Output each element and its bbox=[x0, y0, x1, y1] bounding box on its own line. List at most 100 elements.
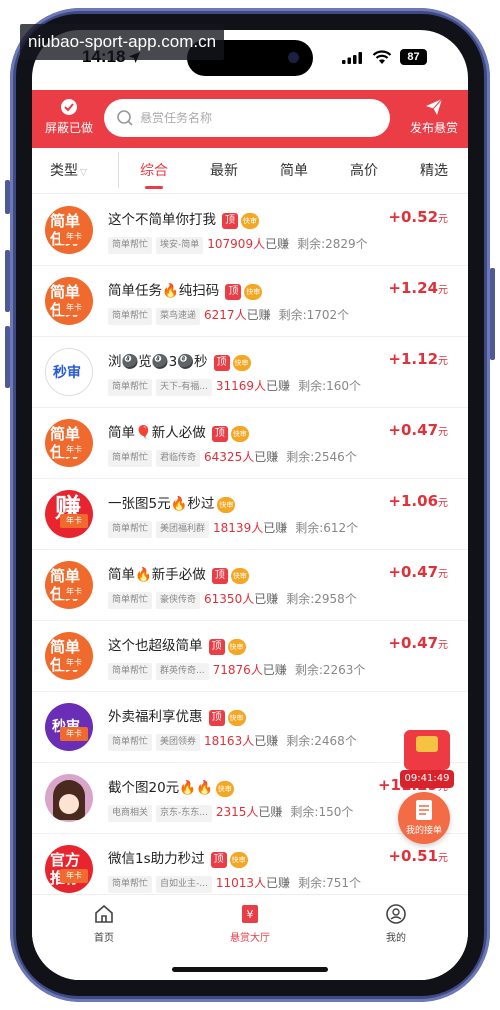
task-tag: 电商相关 bbox=[108, 804, 153, 822]
fast-review-badge: 快审 bbox=[241, 213, 259, 229]
task-reward-price: +0.52元 bbox=[388, 208, 448, 226]
task-meta: 简单帮忙 埃安-简单 107909人已赚 剩余:2829个 bbox=[108, 235, 368, 254]
search-bar[interactable] bbox=[104, 99, 390, 137]
task-avatar bbox=[45, 774, 93, 822]
task-row[interactable]: 简单 任务年卡简单🎈新人必做顶快审简单帮忙君临传奇64325人已赚剩余:2546… bbox=[32, 408, 468, 479]
annual-card-badge: 年卡 bbox=[60, 514, 88, 528]
task-row[interactable]: 简单 任务年卡这个也超级简单顶快审简单帮忙群英传奇...71876人已赚剩余:2… bbox=[32, 621, 468, 692]
task-meta: 简单帮忙 菜鸟速递 6217人已赚 剩余:1702个 bbox=[108, 306, 349, 325]
task-reward-price: +1.06元 bbox=[388, 492, 448, 510]
task-title: 简单任务🔥纯扫码 bbox=[108, 283, 220, 299]
price-value: +0.47 bbox=[388, 563, 438, 581]
red-envelope-timer[interactable]: 09:41:49 bbox=[400, 730, 454, 788]
task-title: 外卖福利享优惠 bbox=[108, 709, 203, 725]
wifi-icon bbox=[372, 50, 392, 64]
task-reward-price: +0.51元 bbox=[388, 847, 448, 865]
earned-count: 61350人 bbox=[204, 592, 255, 606]
price-value: +0.52 bbox=[388, 208, 438, 226]
remaining-count: 剩余:2546个 bbox=[286, 450, 357, 464]
pinned-badge: 顶 bbox=[211, 568, 228, 584]
type-filter-dropdown[interactable]: 类型 ▽ bbox=[50, 160, 87, 180]
annual-card-badge: 年卡 bbox=[60, 656, 88, 670]
tab-high-price[interactable]: 高价 bbox=[350, 160, 378, 180]
shield-done-button[interactable]: 屏蔽已做 bbox=[34, 96, 104, 142]
nav-home[interactable]: 首页 bbox=[64, 903, 144, 944]
fast-review-badge: 快审 bbox=[244, 284, 263, 300]
app-screen: 14:18 87 屏蔽已做 bbox=[32, 30, 468, 980]
price-value: +0.47 bbox=[388, 634, 438, 652]
home-icon bbox=[95, 904, 113, 923]
task-row[interactable]: 简单 任务年卡这个不简单你打我顶快审简单帮忙埃安-简单107909人已赚剩余:2… bbox=[32, 195, 468, 266]
volume-down-button bbox=[5, 326, 10, 388]
task-title-line: 浏🎱览🎱3🎱秒顶快审 bbox=[108, 350, 251, 371]
task-title-line: 简单🔥新手必做顶快审 bbox=[108, 563, 249, 584]
chevron-down-icon: ▽ bbox=[80, 168, 87, 178]
fast-review-badge: 快审 bbox=[227, 639, 246, 655]
task-row[interactable]: 秒审 浏🎱览🎱3🎱秒顶快审 简单帮忙 天下-有福... 31169人已赚 剩余:160个 +… bbox=[32, 337, 468, 408]
task-title-line: 微信1s助力秒过顶快审 bbox=[108, 847, 248, 868]
task-title-line: 外卖福利享优惠顶快审 bbox=[108, 705, 246, 726]
task-tag: 简单帮忙 bbox=[108, 520, 153, 538]
task-title: 微信1s助力秒过 bbox=[108, 851, 205, 867]
tab-simple[interactable]: 简单 bbox=[280, 160, 308, 180]
remaining-count: 剩余:2958个 bbox=[286, 592, 357, 606]
task-reward-price: +0.47元 bbox=[388, 421, 448, 439]
earned-count: 18139人 bbox=[213, 521, 264, 535]
task-row[interactable]: 简单 任务年卡简单🔥新手必做顶快审简单帮忙豪侠传奇61350人已赚剩余:2958… bbox=[32, 550, 468, 621]
task-tag: 简单帮忙 bbox=[108, 236, 153, 254]
annual-card-badge: 年卡 bbox=[60, 301, 88, 315]
tab-latest[interactable]: 最新 bbox=[210, 160, 238, 180]
tab-comprehensive[interactable]: 综合 bbox=[140, 160, 168, 180]
price-unit: 元 bbox=[438, 569, 448, 580]
my-orders-button[interactable]: 我的接单 bbox=[398, 792, 450, 844]
earned-count: 11013人 bbox=[215, 876, 267, 890]
fast-review-badge: 快审 bbox=[232, 355, 251, 371]
pinned-badge: 顶 bbox=[208, 710, 225, 726]
earned-count: 71876人 bbox=[212, 663, 263, 677]
avatar-label: 秒审 bbox=[53, 365, 81, 381]
task-title-line: 简单🎈新人必做顶快审 bbox=[108, 421, 249, 442]
earned-count: 64325人 bbox=[204, 450, 255, 464]
paper-plane-icon bbox=[426, 98, 443, 115]
earned-suffix: 已赚 bbox=[263, 521, 288, 535]
search-input[interactable] bbox=[140, 108, 370, 128]
nav-profile[interactable]: 我的 bbox=[356, 903, 436, 944]
nav-reward-hall[interactable]: ¥ 悬赏大厅 bbox=[210, 903, 290, 944]
task-avatar: 秒审 bbox=[45, 348, 93, 396]
task-row[interactable]: 赚年卡 一张图5元🔥秒过 快审 简单帮忙 美团福利群 18139人已赚 剩余:612个 +1.… bbox=[32, 479, 468, 550]
task-meta: 简单帮忙 美团福利群 18139人已赚 剩余:612个 bbox=[108, 519, 358, 538]
tab-featured[interactable]: 精选 bbox=[420, 160, 448, 180]
battery-indicator: 87 bbox=[400, 49, 427, 65]
task-title: 一张图5元🔥秒过 bbox=[108, 496, 215, 512]
earned-count: 18163人 bbox=[204, 734, 255, 748]
annual-card-badge: 年卡 bbox=[60, 869, 88, 883]
task-tag: 豪侠传奇 bbox=[156, 591, 201, 609]
task-title-line: 这个不简单你打我顶快审 bbox=[108, 208, 259, 229]
price-value: +0.51 bbox=[388, 847, 438, 865]
pinned-badge: 顶 bbox=[213, 355, 230, 371]
task-tag: 简单帮忙 bbox=[108, 875, 153, 893]
annual-card-badge: 年卡 bbox=[60, 230, 88, 244]
remaining-count: 剩余:160个 bbox=[298, 379, 362, 393]
price-unit: 元 bbox=[438, 356, 448, 367]
earned-suffix: 已赚 bbox=[258, 805, 283, 819]
earned-suffix: 已赚 bbox=[262, 663, 287, 677]
remaining-count: 剩余:2468个 bbox=[286, 734, 357, 748]
task-meta: 电商相关 京东-东东... 2315人已赚 剩余:150个 bbox=[108, 803, 353, 822]
remaining-count: 剩余:2829个 bbox=[297, 237, 368, 251]
task-reward-price: +1.24元 bbox=[388, 279, 448, 297]
task-reward-price: +0.47元 bbox=[388, 634, 448, 652]
price-value: +1.12 bbox=[388, 350, 438, 368]
price-unit: 元 bbox=[438, 214, 448, 225]
publish-reward-label: 发布悬赏 bbox=[409, 121, 458, 135]
svg-text:¥: ¥ bbox=[247, 908, 254, 921]
task-tag: 自如业主-... bbox=[156, 875, 212, 893]
earned-suffix: 已赚 bbox=[266, 379, 291, 393]
clipboard-icon bbox=[416, 800, 432, 820]
task-list: 简单 任务年卡这个不简单你打我顶快审简单帮忙埃安-简单107909人已赚剩余:2… bbox=[32, 195, 468, 905]
task-tag: 菜鸟速递 bbox=[156, 307, 201, 325]
publish-reward-button[interactable]: 发布悬赏 bbox=[402, 96, 466, 142]
annual-card-badge: 年卡 bbox=[60, 585, 88, 599]
task-title-line: 这个也超级简单顶快审 bbox=[108, 634, 246, 655]
task-row[interactable]: 简单 任务年卡简单任务🔥纯扫码顶快审简单帮忙菜鸟速递6217人已赚剩余:1702… bbox=[32, 266, 468, 337]
